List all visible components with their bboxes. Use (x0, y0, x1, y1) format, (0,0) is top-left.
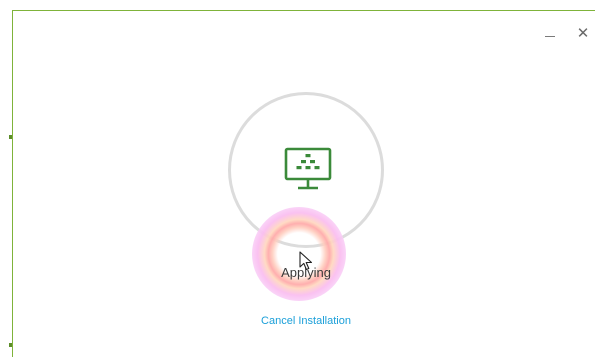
installer-window: ✕ Applying Cancel Installation (13, 11, 595, 357)
close-icon: ✕ (576, 24, 590, 42)
background-frame-top (12, 0, 595, 11)
minimize-button[interactable] (536, 23, 564, 43)
monitor-icon (284, 147, 332, 190)
frame-tick (9, 343, 12, 347)
background-frame-left (0, 0, 13, 357)
close-button[interactable]: ✕ (569, 23, 595, 43)
cancel-installation-link[interactable]: Cancel Installation (226, 315, 386, 327)
screen: ✕ Applying Cancel Installation (0, 0, 595, 357)
mouse-pointer-icon (299, 251, 313, 271)
minimize-icon (545, 35, 555, 37)
frame-tick (9, 135, 12, 139)
